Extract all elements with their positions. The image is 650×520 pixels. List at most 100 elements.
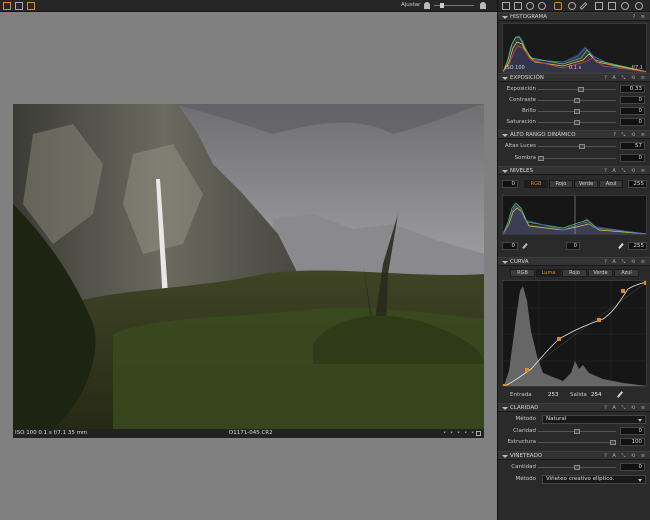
info-icon[interactable] xyxy=(621,2,629,10)
slider-track[interactable] xyxy=(538,440,616,445)
slider-label: Altas Luces xyxy=(504,143,536,149)
slider-value[interactable]: 100 xyxy=(620,438,645,446)
section-tools-icon[interactable]: ? A ⤡ ⟲ ≡ xyxy=(604,75,647,81)
collapse-icon[interactable] xyxy=(502,16,508,19)
photo-preview[interactable] xyxy=(13,104,484,429)
slider-knob[interactable] xyxy=(579,144,586,149)
folder-icon[interactable] xyxy=(502,2,510,10)
clarity-method-dropdown[interactable]: Natural xyxy=(542,415,646,424)
slider-knob[interactable] xyxy=(610,440,616,445)
eyedropper-black-icon[interactable] xyxy=(522,243,528,249)
collapse-icon[interactable] xyxy=(502,77,508,80)
image-viewer: ISO 100 0.1 s f/7.1 35 mm D1171-045.CR2 … xyxy=(0,12,497,520)
clarity-header[interactable]: CLARIDAD ? A ⤡ ⟲ ≡ xyxy=(498,403,650,412)
section-tools-icon[interactable]: ? A ⤡ ⟲ ≡ xyxy=(604,259,647,265)
collapse-icon[interactable] xyxy=(502,455,508,458)
slider-track[interactable] xyxy=(538,109,616,114)
slider-value[interactable]: 0 xyxy=(620,154,645,162)
slider-knob[interactable] xyxy=(538,156,544,161)
user-icon[interactable] xyxy=(424,2,430,9)
vignette-method-dropdown[interactable]: Viñeteo creativo elíptico. xyxy=(542,475,646,484)
slider-knob[interactable] xyxy=(574,465,580,470)
lens-icon[interactable] xyxy=(526,2,534,10)
levels-section: NIVELES ? A ⤡ ⟲ ≡ 0 255 RGB Rojo Verde Azul… xyxy=(498,166,650,256)
slider-knob[interactable] xyxy=(574,429,580,434)
camera-icon[interactable] xyxy=(514,2,522,10)
curve-eyedropper-icon[interactable] xyxy=(616,391,624,398)
levels-bottom-mid[interactable]: 0 xyxy=(566,242,580,250)
clarity-method-label: Método xyxy=(515,416,536,422)
slider-value[interactable]: 0,33 xyxy=(620,85,645,93)
section-tools-icon[interactable]: ? ⤡ ⟲ ≡ xyxy=(613,132,647,138)
vignette-method-row: Método Viñeteo creativo elíptico. xyxy=(498,475,650,484)
section-tools-icon[interactable]: ? A ⤡ ⟲ ≡ xyxy=(604,453,647,459)
levels-bottom-right[interactable]: 255 xyxy=(628,242,647,250)
slider-value[interactable]: 0 xyxy=(620,107,645,115)
slider-label: Contraste xyxy=(509,97,536,103)
hdr-header[interactable]: ALTO RANGO DINÁMICO ? ⤡ ⟲ ≡ xyxy=(498,130,650,139)
vignette-amount-value[interactable]: 0 xyxy=(620,463,645,471)
metadata-icon[interactable] xyxy=(595,2,603,10)
slider-track[interactable] xyxy=(538,144,616,149)
dots-icon[interactable]: • • • • • xyxy=(443,429,475,438)
brush-icon[interactable] xyxy=(579,2,588,10)
single-view-icon[interactable] xyxy=(15,2,23,10)
section-tools-icon[interactable]: ? A ⤡ ⟲ ≡ xyxy=(604,168,647,174)
slider-track[interactable] xyxy=(538,120,616,125)
output-icon[interactable] xyxy=(608,2,616,10)
levels-channel-tabs: RGB Rojo Verde Azul xyxy=(524,180,624,188)
zoom-slider[interactable] xyxy=(434,3,474,8)
exposure-tab-icon[interactable] xyxy=(554,2,562,10)
eyedropper-white-icon[interactable] xyxy=(618,243,624,249)
grid-view-icon[interactable] xyxy=(3,2,11,10)
slider-track[interactable] xyxy=(538,429,616,434)
channel-tab[interactable]: Azul xyxy=(599,180,623,188)
color-icon[interactable] xyxy=(538,2,546,10)
levels-graph[interactable] xyxy=(502,195,647,235)
channel-tab[interactable]: Verde xyxy=(588,269,613,277)
slider-knob[interactable] xyxy=(574,120,580,125)
histogram-header[interactable]: HISTOGRAMA ? ≡ xyxy=(498,12,650,21)
zoom-slider-knob[interactable] xyxy=(440,3,444,8)
slider-value[interactable]: 0 xyxy=(620,427,645,435)
collapse-icon[interactable] xyxy=(502,170,508,173)
levels-left-value[interactable]: 0 xyxy=(502,180,518,188)
channel-tab[interactable]: Rojo xyxy=(562,269,587,277)
levels-right-value[interactable]: 255 xyxy=(628,180,647,188)
settings-icon[interactable] xyxy=(635,2,643,10)
slider-track[interactable] xyxy=(538,156,616,161)
exposure-header[interactable]: EXPOSICIÓN ? A ⤡ ⟲ ≡ xyxy=(498,73,650,82)
collapse-icon[interactable] xyxy=(502,134,508,137)
adjust-label: Ajustar xyxy=(401,2,421,8)
slider-value[interactable]: 0 xyxy=(620,96,645,104)
user-icon-2[interactable] xyxy=(480,2,486,9)
help-icon[interactable]: ? ≡ xyxy=(633,14,647,20)
vignette-amount-slider[interactable] xyxy=(538,465,616,470)
collapse-icon[interactable] xyxy=(502,261,508,264)
vignette-header[interactable]: VIÑETEADO ? A ⤡ ⟲ ≡ xyxy=(498,451,650,460)
levels-header[interactable]: NIVELES ? A ⤡ ⟲ ≡ xyxy=(498,166,650,175)
collapse-icon[interactable] xyxy=(502,407,508,410)
grid-toggle-icon[interactable] xyxy=(476,431,481,436)
filmstrip-view-icon[interactable] xyxy=(27,2,35,10)
slider-track[interactable] xyxy=(538,98,616,103)
curve-graph[interactable] xyxy=(502,280,647,387)
channel-tab[interactable]: RGB xyxy=(510,269,535,277)
slider-row: Contraste 0 xyxy=(498,96,650,105)
slider-value[interactable]: 0 xyxy=(620,118,645,126)
section-tools-icon[interactable]: ? A ⤡ ⟲ ≡ xyxy=(604,405,647,411)
slider-value[interactable]: 57 xyxy=(620,142,645,150)
histogram-aperture: f/7.1 xyxy=(631,65,643,71)
channel-tab[interactable]: RGB xyxy=(524,180,548,188)
channel-tab[interactable]: Luma xyxy=(536,269,561,277)
levels-bottom-left[interactable]: 0 xyxy=(502,242,518,250)
slider-track[interactable] xyxy=(538,87,616,92)
curve-header[interactable]: CURVA ? A ⤡ ⟲ ≡ xyxy=(498,257,650,266)
channel-tab[interactable]: Rojo xyxy=(549,180,573,188)
details-icon[interactable] xyxy=(568,2,576,10)
slider-knob[interactable] xyxy=(577,87,584,92)
channel-tab[interactable]: Verde xyxy=(574,180,598,188)
slider-knob[interactable] xyxy=(574,109,580,114)
slider-knob[interactable] xyxy=(574,98,580,103)
channel-tab[interactable]: Azul xyxy=(614,269,639,277)
